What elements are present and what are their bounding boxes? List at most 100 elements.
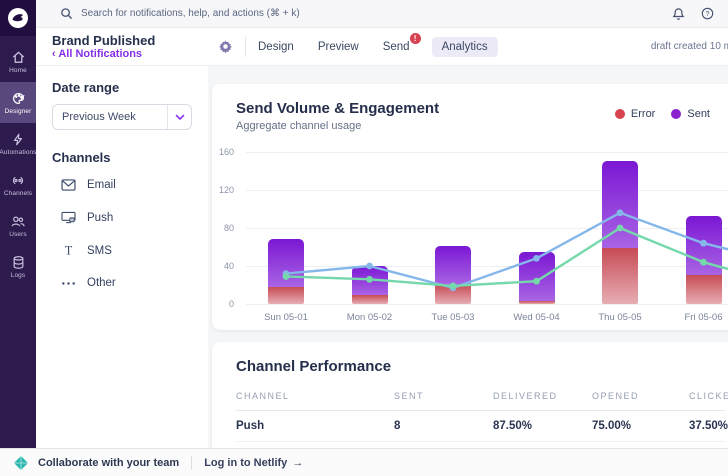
page-title: Brand Published — [52, 32, 156, 48]
bar-segment-sent — [268, 239, 304, 287]
courier-logo[interactable] — [0, 0, 36, 36]
sms-icon: T — [60, 244, 76, 257]
netlify-logo-icon — [14, 455, 28, 470]
legend-label: Error — [630, 108, 656, 120]
x-axis-label: Mon 05-02 — [346, 312, 393, 323]
question-circle-icon: ? — [701, 7, 714, 20]
legend-label: Sent — [687, 108, 710, 120]
filter-panel: Date range Previous Week Channels Email … — [36, 66, 208, 448]
notifications-bell-icon[interactable] — [672, 7, 685, 21]
push-icon: 0 — [60, 211, 76, 224]
y-axis-tick: 80 — [223, 223, 234, 233]
date-range-heading: Date range — [52, 80, 120, 95]
email-icon — [60, 179, 76, 191]
bar-segment-error — [351, 294, 388, 304]
page-header: Brand Published ‹ All Notifications Desi… — [36, 28, 728, 66]
stacked-bar-thu — [602, 160, 638, 304]
search-bar[interactable] — [60, 7, 672, 20]
lightning-icon — [13, 133, 23, 145]
netlify-login-link[interactable]: Log in to Netlify → — [204, 457, 303, 469]
gridline — [246, 227, 728, 229]
collaborate-button[interactable]: Collaborate with your team — [38, 457, 179, 469]
chart-legend: Error Sent — [614, 108, 710, 120]
sidebar-item-label: Home — [9, 66, 27, 74]
bar-segment-sent — [602, 160, 638, 248]
column-header: DELIVERED — [493, 391, 558, 401]
x-axis-label: Fri 05-06 — [684, 312, 723, 323]
legend-item-error[interactable]: Error — [614, 108, 656, 120]
channel-filter-label: Email — [87, 179, 116, 191]
main-content: Send Volume & Engagement Aggregate chann… — [208, 66, 728, 448]
legend-dot-icon — [614, 109, 625, 119]
tab-preview[interactable]: Preview — [316, 37, 361, 57]
svg-text:?: ? — [706, 11, 710, 18]
topbar: ? — [36, 0, 728, 28]
search-input[interactable] — [81, 8, 381, 19]
bar-segment-sent — [518, 251, 555, 302]
sidebar-item-channels[interactable]: Channels — [0, 164, 36, 205]
channel-filter-other[interactable]: Other — [52, 267, 208, 299]
y-axis-tick: 120 — [218, 185, 234, 195]
x-axis-label: Sun 05-01 — [264, 312, 308, 323]
legend-dot-icon — [671, 109, 682, 119]
bar-segment-error — [435, 285, 471, 304]
other-dots-icon — [60, 281, 76, 286]
tab-analytics[interactable]: Analytics — [431, 36, 498, 57]
courier-bird-icon — [8, 8, 28, 28]
table-header-row: CHANNEL SENT DELIVERED OPENED CLICKED — [236, 391, 728, 411]
tab-send-label: Send — [382, 40, 410, 53]
draft-status-text: draft created 10 m — [650, 41, 728, 52]
channel-filter-email[interactable]: Email — [52, 169, 208, 201]
sidebar-item-label: Logs — [10, 271, 26, 279]
bar-segment-error — [602, 247, 638, 304]
legend-item-sent[interactable]: Sent — [671, 108, 710, 120]
y-axis-tick: 40 — [223, 261, 234, 271]
footer-divider — [191, 455, 193, 470]
sidebar-item-logs[interactable]: Logs — [0, 246, 36, 287]
breadcrumb: Brand Published ‹ All Notifications — [52, 33, 178, 61]
column-header: CLICKED — [689, 391, 728, 401]
send-volume-card: Send Volume & Engagement Aggregate chann… — [212, 84, 728, 330]
table-row: Push 8 87.50% 75.00% 37.50% — [236, 411, 728, 442]
header-divider — [245, 36, 246, 57]
netlify-login-label: Log in to Netlify — [204, 456, 288, 469]
performance-table: CHANNEL SENT DELIVERED OPENED CLICKED Push 8 87… — [236, 391, 728, 448]
stacked-bar-fri — [685, 215, 722, 304]
channels-heading: Channels — [52, 150, 111, 165]
x-axis-label: Wed 05-04 — [513, 312, 560, 323]
back-to-all-notifications-link[interactable]: ‹ All Notifications — [52, 48, 178, 61]
channel-filter-label: Other — [87, 277, 116, 289]
bar-segment-sent — [685, 215, 722, 275]
gridline — [246, 189, 728, 191]
sidebar-item-automations[interactable]: Automations — [0, 123, 37, 164]
gridline — [246, 303, 728, 305]
channel-filter-label: SMS — [87, 244, 112, 257]
tab-bar: Design Preview Send! Analytics — [256, 32, 498, 57]
table-cell: 37.50% — [689, 420, 728, 432]
sidebar-item-designer[interactable]: Designer — [0, 82, 36, 123]
home-icon — [12, 50, 24, 63]
settings-gear-icon[interactable] — [218, 39, 233, 54]
channels-icon — [13, 176, 23, 184]
sidebar-item-users[interactable]: Users — [0, 205, 36, 246]
topbar-actions: ? — [672, 7, 714, 21]
tab-send[interactable]: Send! — [381, 32, 421, 57]
sidebar: Home Designer Automations Channels Users — [0, 0, 37, 448]
channel-filter-sms[interactable]: T SMS — [52, 234, 208, 267]
logs-icon — [13, 255, 23, 269]
bar-segment-error — [685, 274, 722, 304]
gridline — [246, 151, 728, 153]
svg-text:T: T — [64, 244, 72, 257]
column-header: CHANNEL — [236, 391, 290, 401]
date-range-select[interactable]: Previous Week — [52, 104, 192, 130]
sidebar-item-label: Channels — [3, 189, 33, 197]
channel-filter-push[interactable]: 0 Push — [52, 201, 208, 234]
palette-icon — [12, 92, 25, 104]
help-icon[interactable]: ? — [701, 7, 714, 20]
sidebar-item-home[interactable]: Home — [0, 41, 36, 82]
date-range-value: Previous Week — [62, 111, 136, 123]
table-cell: 75.00% — [592, 420, 632, 432]
x-axis-label: Tue 05-03 — [431, 312, 475, 323]
tab-design[interactable]: Design — [256, 37, 296, 57]
back-chevron-icon: ‹ — [52, 47, 56, 60]
